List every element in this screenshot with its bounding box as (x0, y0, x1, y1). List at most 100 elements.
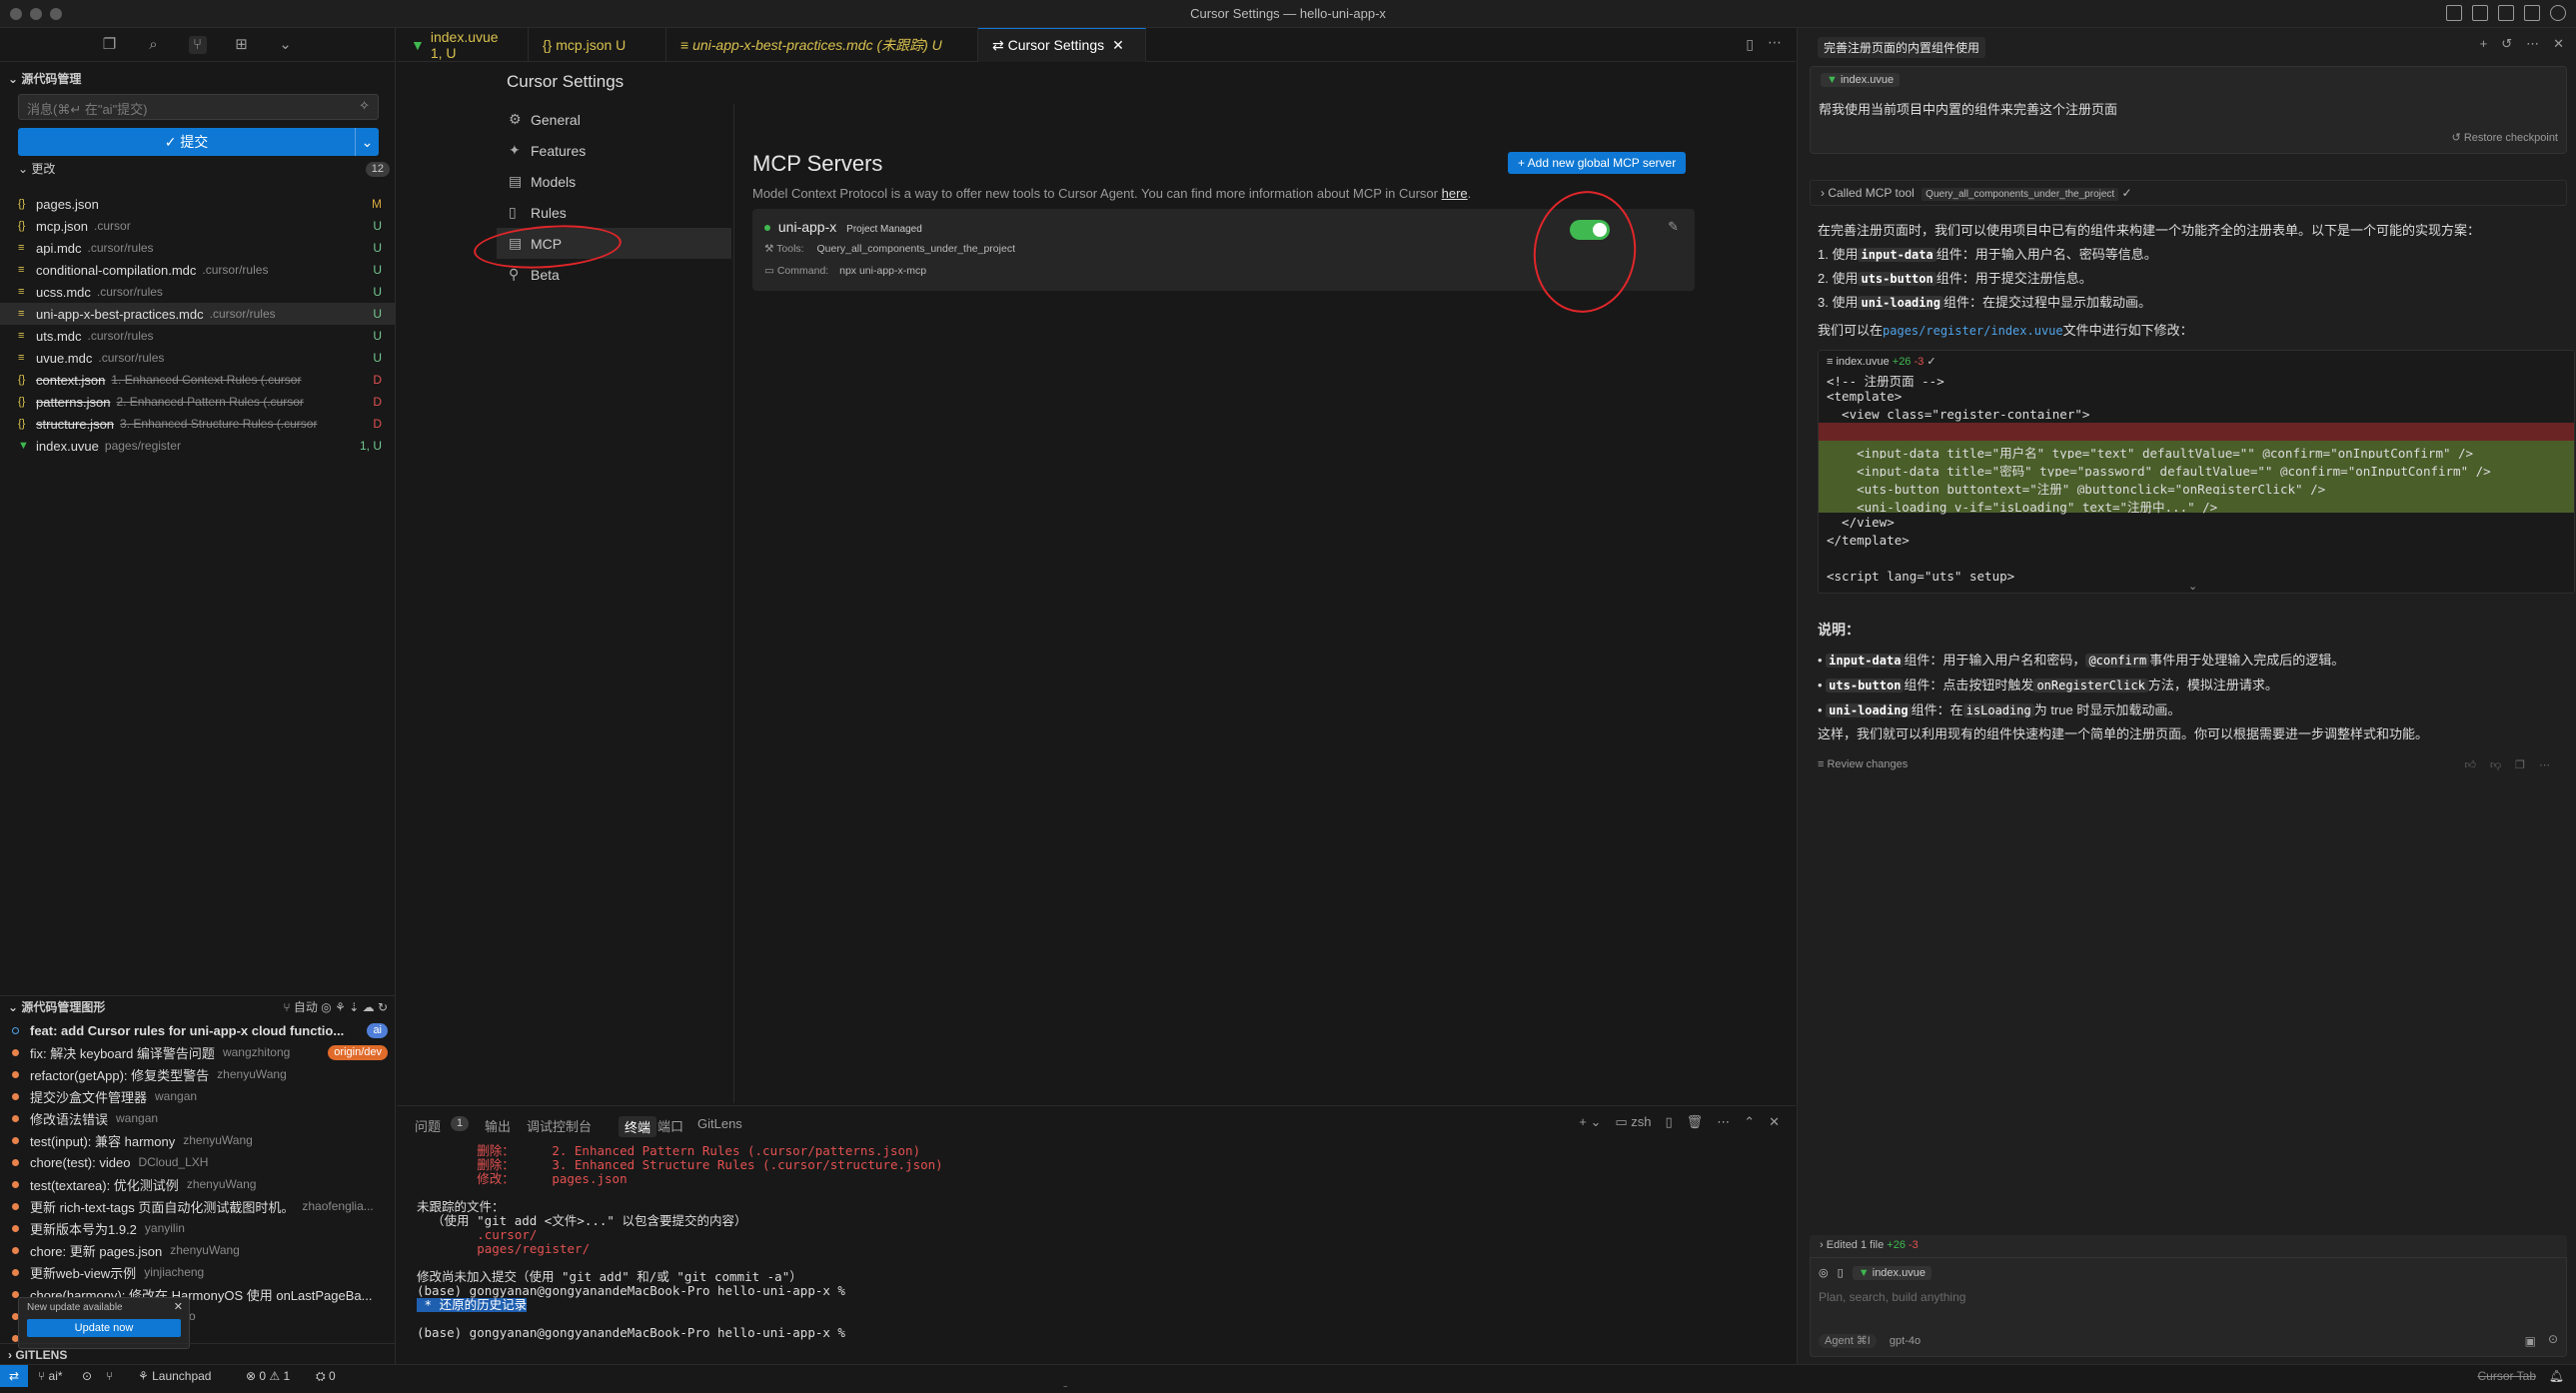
close-panel-icon[interactable]: ✕ (1769, 1114, 1780, 1130)
more-icon[interactable]: ⋯ (2539, 758, 2550, 771)
refresh-icon[interactable]: ↻ (378, 1000, 388, 1014)
commit-row[interactable]: fix: 解决 keyboard 编译警告问题 wangzhitong origin… (0, 1041, 396, 1063)
commit-row[interactable]: 更新web-view示例 yinjiacheng (0, 1261, 396, 1283)
maximize-panel-icon[interactable]: ⌃ (1744, 1114, 1755, 1130)
changed-file-row[interactable]: ▼ index.uvue pages/register 1, U (0, 435, 396, 457)
panel-tab-3[interactable]: 终端 (619, 1116, 657, 1137)
restore-checkpoint-button[interactable]: ↺ Restore checkpoint (2452, 131, 2558, 144)
commit-row[interactable]: 提交沙盒文件管理器 wangan (0, 1085, 396, 1107)
settings-nav-features[interactable]: ✦ Features (497, 135, 731, 166)
close-notification-icon[interactable]: ✕ (174, 1300, 183, 1313)
model-select[interactable]: gpt-4o (1890, 1335, 1921, 1347)
tab-cursor-settings[interactable]: ⇄ Cursor Settings ✕ (978, 28, 1146, 62)
terminal-shell[interactable]: ▭ zsh (1615, 1114, 1651, 1130)
changed-file-row[interactable]: {} patterns.json 2. Enhanced Pattern Rules… (0, 391, 396, 413)
commit-row[interactable]: test(textarea): 优化测试例 zhenyuWang (0, 1173, 396, 1195)
commit-row[interactable]: feat: add Cursor rules for uni-app-x clo… (0, 1019, 396, 1041)
settings-nav-rules[interactable]: ▯ Rules (497, 197, 731, 228)
commit-row[interactable]: 更新版本号为1.9.2 yanyilin (0, 1217, 396, 1239)
cloud-icon[interactable]: ☁ (363, 1000, 375, 1014)
more-options-icon[interactable]: ⋯ (2526, 36, 2539, 52)
tab-best-practices[interactable]: ≡ uni-app-x-best-practices.mdc (未跟踪) U (666, 28, 978, 62)
update-now-button[interactable]: Update now (27, 1319, 181, 1337)
copy-icon[interactable]: ❐ (101, 36, 119, 54)
toggle-panel-icon[interactable] (2472, 5, 2488, 21)
code-block-header[interactable]: ≡ index.uvue +26 -3 ✓ (1827, 355, 1936, 368)
branch-status[interactable]: ⑂ ai* (38, 1369, 63, 1383)
settings-nav-models[interactable]: ▤ Models (497, 166, 731, 197)
changed-file-row[interactable]: ≡ uts.mdc .cursor/rules U (0, 325, 396, 347)
expand-chevron-icon[interactable]: ⌄ (2188, 580, 2197, 593)
close-chat-icon[interactable]: ✕ (2553, 36, 2564, 52)
new-chat-icon[interactable]: + (2480, 36, 2488, 52)
changed-file-row[interactable]: {} mcp.json .cursor U (0, 215, 396, 237)
thumbs-up-icon[interactable]: 👍︎ (2464, 758, 2476, 771)
source-control-graph-header[interactable]: ⌄ 源代码管理图形 ⑂ 自动 ◎ ⚘ ⇣ ☁ ↻ (0, 995, 396, 1017)
changed-file-row[interactable]: {} structure.json 3. Enhanced Structure Ru… (0, 413, 396, 435)
user-message-card[interactable]: ▼ index.uvue 帮我使用当前项目中内置的组件来完善这个注册页面 ↺ R… (1810, 66, 2567, 154)
merge-icon[interactable]: ⚘ (335, 1000, 346, 1014)
composer[interactable]: ◎ ▯ ▼ index.uvue Plan, search, build any… (1810, 1257, 2567, 1357)
mcp-tool-call[interactable]: › Called MCP tool Query_all_components_u… (1810, 180, 2567, 206)
edit-server-icon[interactable]: ✎ (1668, 219, 1679, 235)
graph-icon[interactable]: ⑂ (106, 1369, 113, 1383)
image-icon[interactable]: ▣ (2525, 1334, 2536, 1348)
commit-row[interactable]: chore: 更新 pages.json zhenyuWang (0, 1239, 396, 1261)
thumbs-down-icon[interactable]: 👎︎ (2490, 758, 2501, 771)
attach-icon[interactable]: ▯ (1838, 1267, 1844, 1279)
layout-icon[interactable] (2524, 5, 2540, 21)
notifications-bell-icon[interactable]: 🔔︎ (2549, 1369, 2564, 1383)
fetch-icon[interactable]: ⇣ (349, 1000, 359, 1014)
source-control-icon[interactable]: ⑂ (188, 35, 207, 54)
branch-icon[interactable]: ⑂ (283, 1000, 290, 1014)
toggle-secondary-sidebar-icon[interactable] (2498, 5, 2514, 21)
commit-message-input[interactable]: 消息(⌘↵ 在"ai"提交) ✧ (18, 94, 379, 120)
tab-mcp-json[interactable]: {} mcp.json U (529, 28, 666, 62)
panel-tab-1[interactable]: 输出 (485, 1116, 511, 1135)
sync-icon[interactable]: ⊙ (82, 1369, 92, 1383)
commit-dropdown-icon[interactable]: ⌄ (355, 128, 379, 156)
submit-icon[interactable]: ⊙ (2548, 1332, 2558, 1346)
commit-row[interactable]: 更新 rich-text-tags 页面自动化测试截图时机。 zhaofengli… (0, 1195, 396, 1217)
tab-index-uvue[interactable]: ▼ index.uvue 1, U (397, 28, 529, 62)
changed-file-row[interactable]: ≡ uvue.mdc .cursor/rules U (0, 347, 396, 369)
search-icon[interactable]: ⌕ (145, 36, 163, 54)
ports-status[interactable]: ⛭ 0 (316, 1369, 336, 1384)
settings-nav-general[interactable]: ⚙ General (497, 104, 731, 135)
at-mention-icon[interactable]: ◎ (1819, 1267, 1829, 1279)
add-mcp-server-button[interactable]: + Add new global MCP server (1508, 152, 1687, 174)
cursor-tab-status[interactable]: Cursor Tab (2478, 1369, 2536, 1383)
commit-button[interactable]: ✓ 提交 ⌄ (18, 128, 379, 156)
extensions-icon[interactable]: ⊞ (233, 36, 251, 54)
composer-input[interactable]: Plan, search, build anything (1819, 1290, 1965, 1304)
commit-row[interactable]: refactor(getApp): 修复类型警告 zhenyuWang (0, 1063, 396, 1085)
settings-gear-icon[interactable] (2550, 5, 2566, 21)
chevron-down-icon[interactable]: ⌄ (277, 36, 295, 54)
close-tab-icon[interactable]: ✕ (1112, 37, 1124, 54)
panel-tab-5[interactable]: GitLens (697, 1116, 742, 1131)
review-changes-button[interactable]: ≡ Review changes (1818, 758, 1908, 770)
split-editor-icon[interactable]: ▯ (1746, 36, 1754, 53)
changed-file-row[interactable]: ≡ ucss.mdc .cursor/rules U (0, 281, 396, 303)
launchpad-status[interactable]: ⚘ Launchpad (138, 1369, 211, 1383)
panel-tab-2[interactable]: 调试控制台 (527, 1116, 592, 1135)
changed-file-row[interactable]: {} context.json 1. Enhanced Context Rules … (0, 369, 396, 391)
changed-file-row[interactable]: ≡ conditional-compilation.mdc .cursor/rule… (0, 259, 396, 281)
copy-icon[interactable]: ❐ (2515, 758, 2525, 771)
changed-file-row[interactable]: {} pages.json M (0, 193, 396, 215)
toggle-sidebar-icon[interactable] (2446, 5, 2462, 21)
edited-files-bar[interactable]: › Edited 1 file +26 -3 (1810, 1235, 2567, 1257)
mcp-docs-link[interactable]: here (1442, 186, 1468, 201)
gitlens-header[interactable]: › GITLENS (0, 1343, 396, 1365)
kill-terminal-icon[interactable]: 🗑︎ (1687, 1114, 1704, 1130)
history-icon[interactable]: ↺ (2501, 36, 2512, 52)
panel-tab-0[interactable]: 问题 (415, 1116, 441, 1135)
more-actions-icon[interactable]: ⋯ (1768, 34, 1782, 51)
target-icon[interactable]: ◎ (321, 1000, 331, 1014)
agent-mode-select[interactable]: Agent ⌘I (1819, 1334, 1877, 1348)
panel-tab-4[interactable]: 端口 (657, 1116, 683, 1135)
changed-file-row[interactable]: ≡ uni-app-x-best-practices.mdc .cursor/rul… (0, 303, 396, 325)
sparkle-icon[interactable]: ✧ (359, 98, 370, 114)
commit-row[interactable]: 修改语法错误 wangan (0, 1107, 396, 1129)
commit-row[interactable]: test(input): 兼容 harmony zhenyuWang (0, 1129, 396, 1151)
